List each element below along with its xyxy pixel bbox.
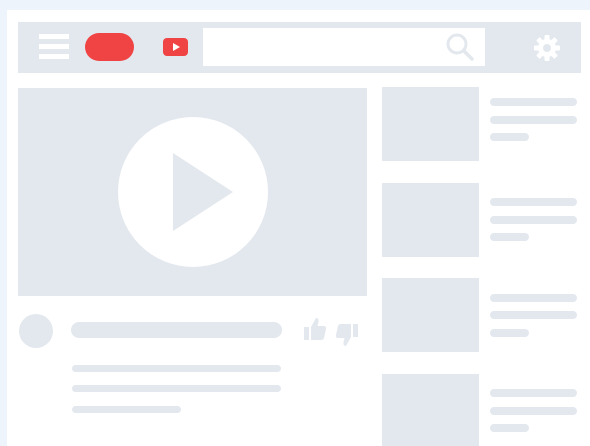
description-line bbox=[72, 365, 281, 372]
youtube-play-icon[interactable] bbox=[163, 38, 188, 56]
recommended-video-meta bbox=[490, 407, 577, 415]
recommended-video-title bbox=[490, 98, 577, 106]
logo[interactable] bbox=[85, 33, 134, 61]
search-input[interactable] bbox=[203, 28, 485, 66]
recommended-video-thumbnail[interactable] bbox=[382, 87, 479, 161]
recommended-video-info bbox=[490, 329, 529, 337]
top-bar bbox=[18, 22, 581, 73]
recommended-video-info bbox=[490, 233, 529, 241]
recommended-video-thumbnail[interactable] bbox=[382, 374, 479, 446]
recommended-video-meta bbox=[490, 116, 577, 124]
recommended-video-info bbox=[490, 424, 529, 432]
channel-avatar[interactable] bbox=[19, 314, 53, 348]
video-player[interactable] bbox=[18, 88, 367, 296]
description-line bbox=[72, 406, 181, 413]
recommended-video-title bbox=[490, 294, 577, 302]
recommended-video-title bbox=[490, 389, 577, 397]
thumbs-up-icon[interactable] bbox=[302, 316, 328, 342]
recommended-video-title bbox=[490, 198, 577, 206]
recommended-video-meta bbox=[490, 216, 577, 224]
recommended-video-meta bbox=[490, 311, 577, 319]
gear-icon[interactable] bbox=[533, 34, 561, 62]
recommended-video-info bbox=[490, 133, 529, 141]
play-icon bbox=[173, 153, 233, 231]
description-line bbox=[72, 385, 281, 392]
video-title bbox=[71, 322, 282, 338]
recommended-video-thumbnail[interactable] bbox=[382, 278, 479, 352]
thumbs-down-icon[interactable] bbox=[334, 322, 360, 348]
recommended-video-thumbnail[interactable] bbox=[382, 183, 479, 257]
search-icon[interactable] bbox=[446, 33, 474, 61]
hamburger-menu-icon[interactable] bbox=[39, 34, 69, 60]
play-button[interactable] bbox=[118, 117, 268, 267]
